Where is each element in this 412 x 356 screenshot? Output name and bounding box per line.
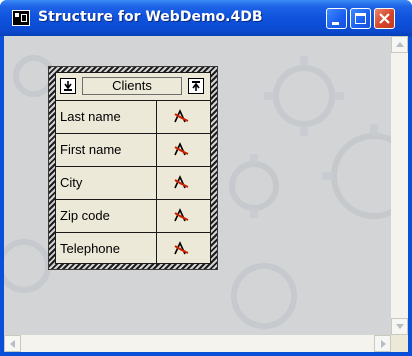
structure-canvas[interactable]: Clients Last name First name City Zip co… [4, 36, 391, 335]
alpha-field-icon [174, 241, 189, 255]
window-client-area: Clients Last name First name City Zip co… [4, 36, 408, 352]
scroll-left-button[interactable] [4, 335, 21, 352]
close-icon [379, 13, 390, 24]
field-name: Telephone [60, 241, 120, 256]
alpha-field-icon [174, 142, 189, 156]
expand-table-button[interactable] [188, 78, 204, 94]
close-button[interactable] [374, 8, 395, 29]
field-row[interactable]: Zip code [56, 200, 210, 233]
table-clients[interactable]: Clients Last name First name City Zip co… [48, 66, 218, 270]
maximize-button[interactable] [350, 8, 371, 29]
arrow-down-icon [396, 324, 404, 329]
column-divider [156, 233, 157, 266]
scroll-down-button[interactable] [391, 318, 408, 335]
arrow-left-icon [10, 340, 15, 348]
table-header[interactable]: Clients [56, 73, 210, 101]
field-row[interactable]: City [56, 167, 210, 200]
scrollbar-corner [391, 335, 408, 352]
arrow-up-icon [396, 42, 404, 47]
field-name: Last name [60, 109, 121, 124]
column-divider [156, 101, 157, 134]
arrow-right-icon [381, 340, 386, 348]
scroll-up-button[interactable] [391, 36, 408, 53]
arrow-down-icon [64, 81, 72, 91]
field-row[interactable]: First name [56, 134, 210, 167]
structure-window: Structure for WebDemo.4DB Clients Last n… [0, 0, 412, 356]
scroll-right-button[interactable] [374, 335, 391, 352]
table-name[interactable]: Clients [82, 77, 182, 95]
arrow-up-icon [192, 81, 200, 91]
title-bar[interactable]: Structure for WebDemo.4DB [0, 0, 412, 36]
app-icon[interactable] [12, 10, 30, 26]
column-divider [156, 167, 157, 200]
alpha-field-icon [174, 109, 189, 123]
horizontal-scrollbar[interactable] [4, 335, 391, 352]
column-divider [156, 200, 157, 233]
field-name: City [60, 175, 83, 190]
field-name: Zip code [60, 208, 110, 223]
vertical-scrollbar[interactable] [391, 36, 408, 335]
field-name: First name [60, 142, 122, 157]
minimize-button[interactable] [326, 8, 347, 29]
field-row[interactable]: Telephone [56, 233, 210, 266]
field-row[interactable]: Last name [56, 101, 210, 134]
column-divider [156, 134, 157, 167]
collapse-table-button[interactable] [60, 78, 76, 94]
table-body: Clients Last name First name City Zip co… [55, 72, 211, 266]
alpha-field-icon [174, 208, 189, 222]
window-title: Structure for WebDemo.4DB [38, 9, 263, 25]
alpha-field-icon [174, 175, 189, 189]
